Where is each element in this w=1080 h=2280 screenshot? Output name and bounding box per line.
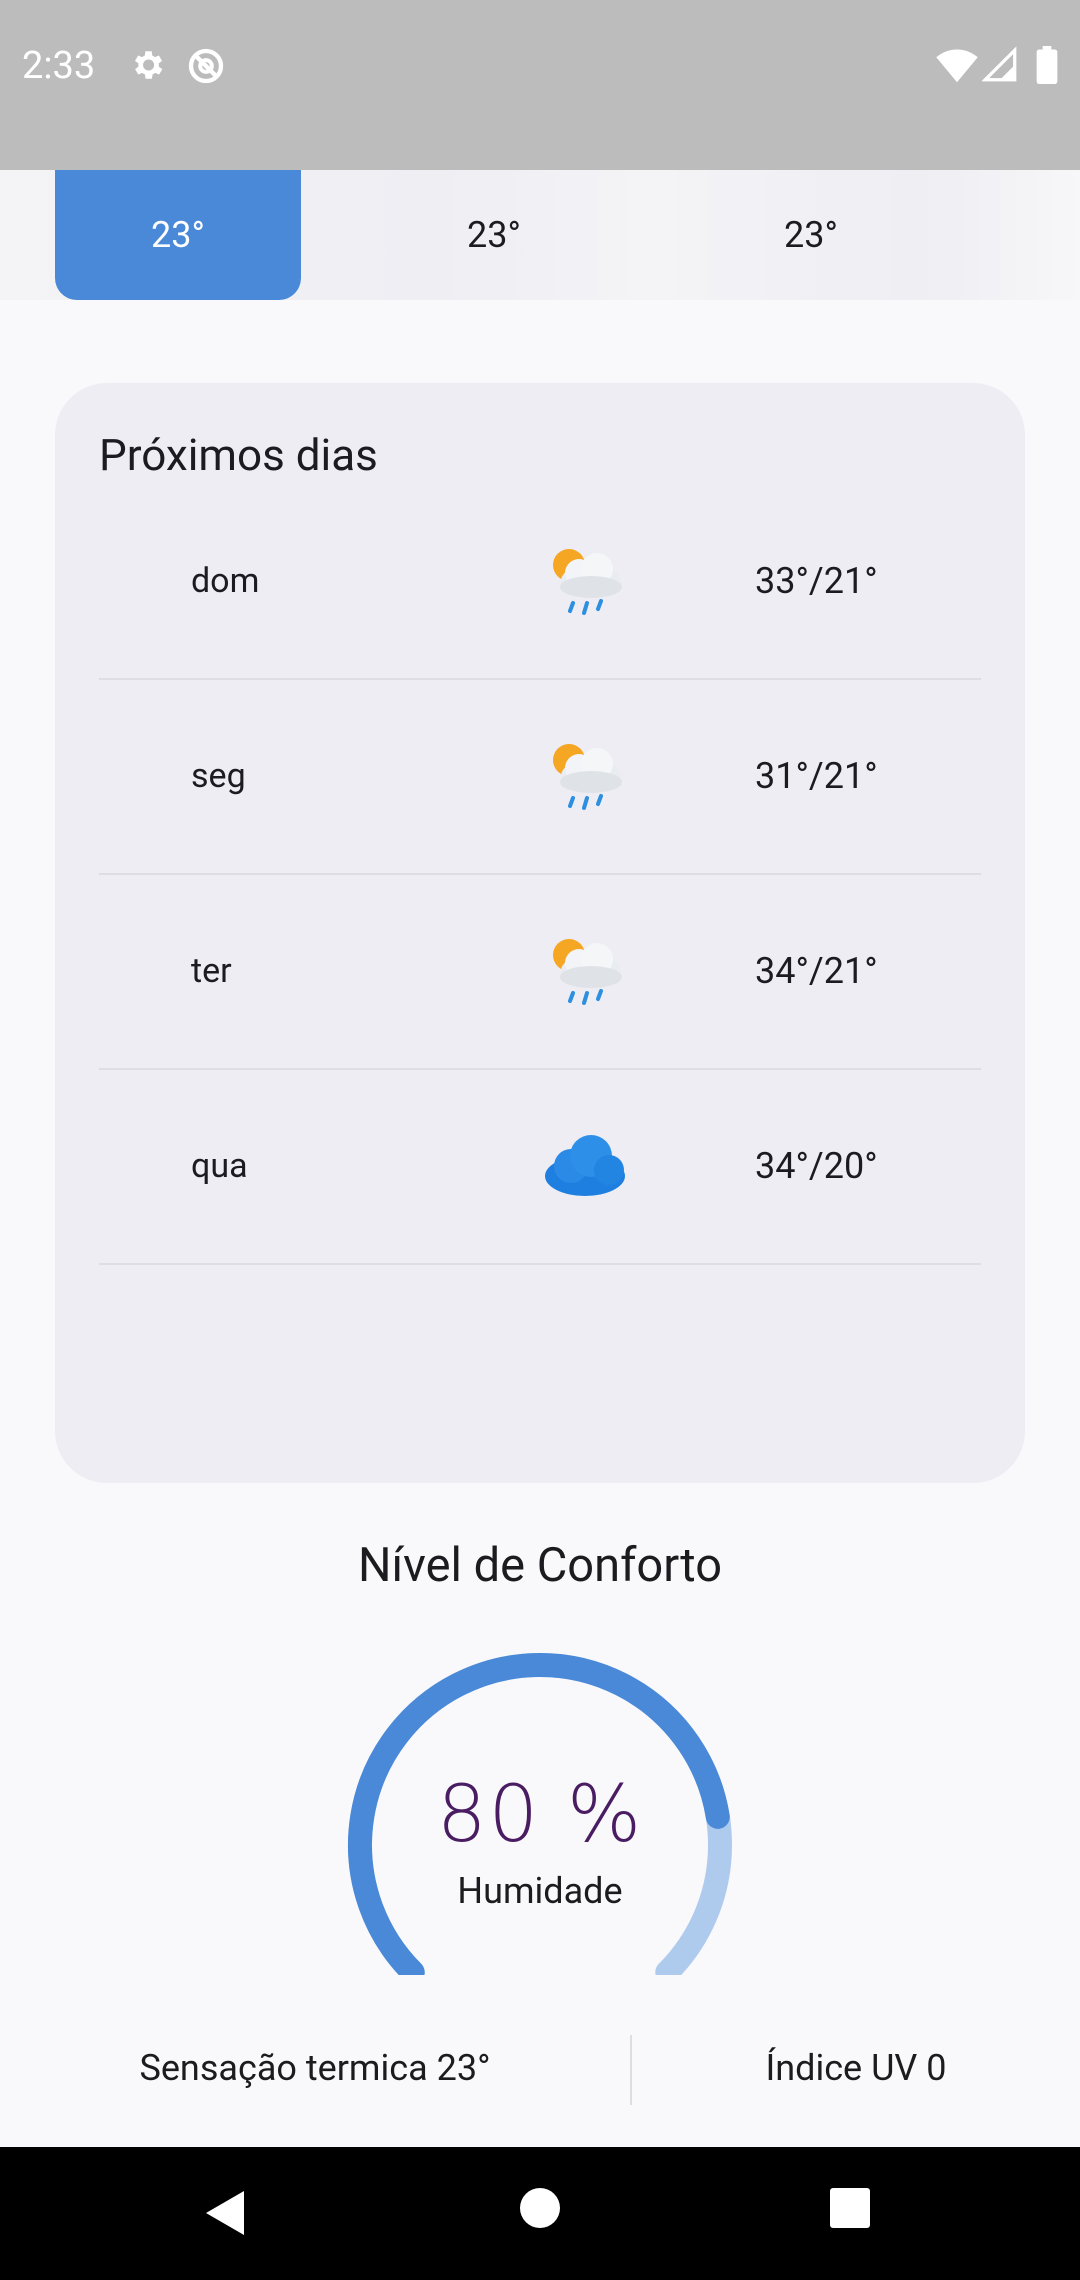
next-days-title: Próximos dias <box>99 429 378 481</box>
back-triangle-icon <box>206 2191 244 2235</box>
status-bar: 2:33 <box>0 0 1080 170</box>
hourly-forecast-strip: 23° 23° 23° <box>0 170 1080 300</box>
day-row[interactable]: dom 33°/21° <box>99 483 981 680</box>
hourly-temp: 23° <box>467 214 521 256</box>
sun-cloud-rain-icon <box>539 925 631 1017</box>
hourly-item-active[interactable]: 23° <box>55 170 301 300</box>
recents-square-icon <box>830 2188 870 2228</box>
recents-button[interactable] <box>829 2187 871 2233</box>
battery-icon <box>1036 46 1058 88</box>
signal-icon <box>981 46 1018 88</box>
sun-cloud-rain-icon <box>539 730 631 822</box>
next-days-card: Próximos dias dom 33°/21° seg 31°/21° te… <box>55 383 1025 1483</box>
home-circle-icon <box>520 2188 560 2228</box>
no-data-sync-icon <box>186 46 226 90</box>
gear-icon <box>128 46 166 88</box>
status-time: 2:33 <box>22 44 96 88</box>
feels-like-text: Sensação termica 23° <box>139 2047 491 2089</box>
day-temp-range: 34°/21° <box>755 949 878 992</box>
day-row[interactable]: ter 34°/21° <box>99 873 981 1070</box>
humidity-label: Humidade <box>457 1870 623 1912</box>
hourly-temp: 23° <box>151 214 205 256</box>
navigation-bar <box>0 2147 1080 2280</box>
uv-index-text: Índice UV 0 <box>765 2047 947 2089</box>
home-button[interactable] <box>519 2187 561 2233</box>
wifi-icon <box>936 46 978 88</box>
day-name: seg <box>191 755 246 796</box>
day-temp-range: 33°/21° <box>755 559 878 602</box>
day-temp-range: 34°/20° <box>755 1144 878 1187</box>
day-row[interactable]: seg 31°/21° <box>99 678 981 875</box>
humidity-value: 80 % <box>436 1770 644 1860</box>
hourly-temp: 23° <box>784 214 838 256</box>
sun-cloud-rain-icon <box>539 535 631 627</box>
day-temp-range: 31°/21° <box>755 754 878 797</box>
day-row[interactable]: qua 34°/20° <box>99 1068 981 1265</box>
day-name: dom <box>191 560 260 601</box>
hourly-item[interactable]: 23° <box>371 170 617 300</box>
cloud-icon <box>539 1120 631 1212</box>
day-name: qua <box>191 1145 248 1186</box>
comfort-title: Nível de Conforto <box>357 1538 723 1593</box>
back-button[interactable] <box>202 2187 248 2243</box>
day-name: ter <box>191 950 232 991</box>
hourly-item[interactable]: 23° <box>688 170 934 300</box>
bottom-stats: Sensação termica 23° Índice UV 0 <box>0 2035 1080 2105</box>
